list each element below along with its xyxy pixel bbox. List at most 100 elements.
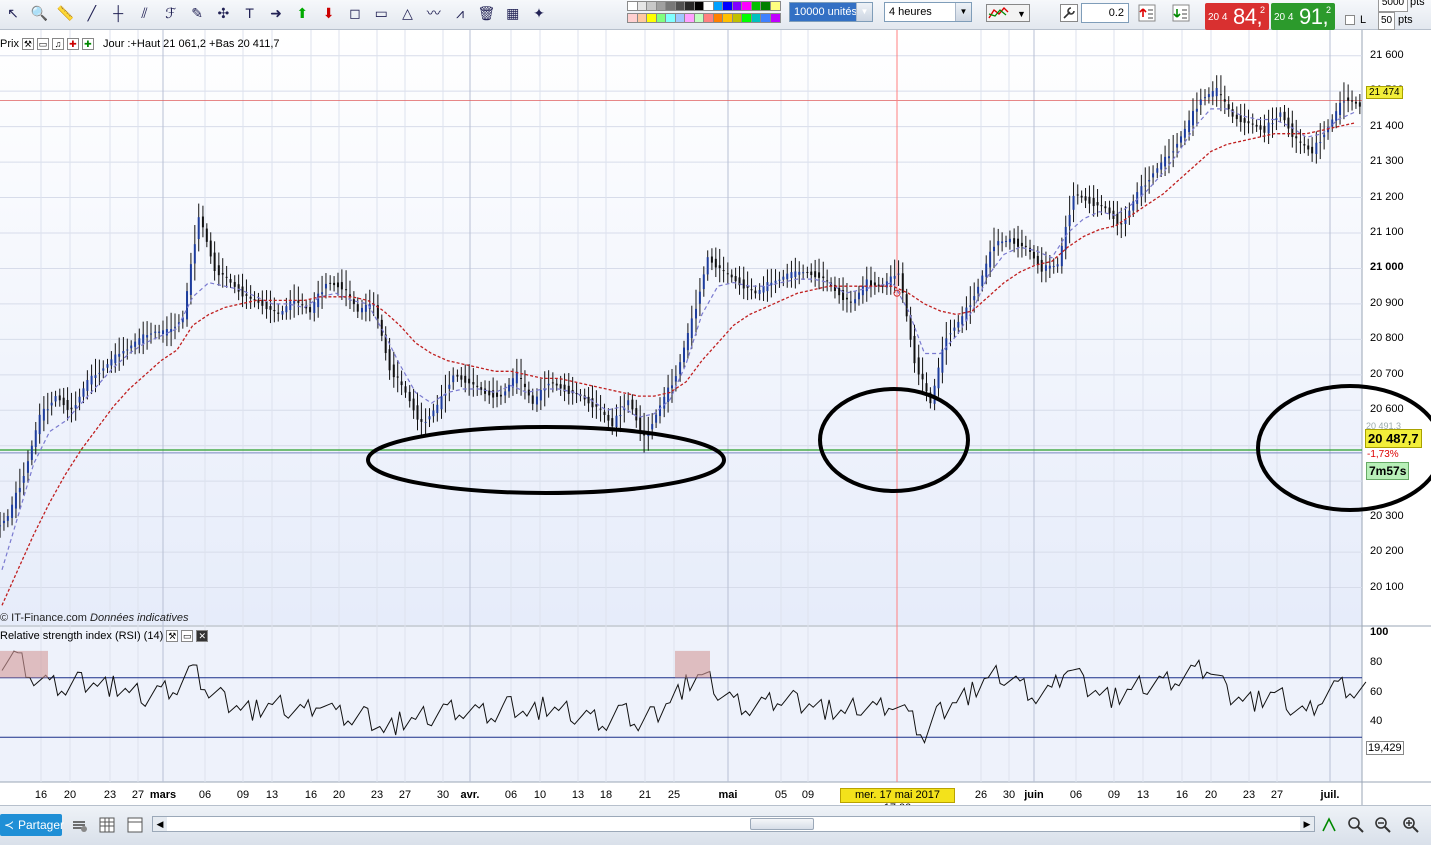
candle-body: [690, 318, 693, 339]
color-swatch[interactable]: [769, 13, 781, 23]
settings-wrench-icon[interactable]: [1058, 2, 1080, 24]
spreadsheet-icon[interactable]: [96, 814, 118, 836]
price-tick-label: 21 200: [1370, 190, 1404, 203]
candle-body: [535, 396, 538, 405]
line-icon[interactable]: ╱: [81, 2, 103, 24]
add-icon[interactable]: ✚: [81, 37, 94, 50]
candle-body: [142, 334, 145, 344]
scroll-thumb[interactable]: [750, 818, 814, 830]
window-icon[interactable]: ▭: [181, 629, 194, 642]
zoom-in-icon[interactable]: [1400, 814, 1422, 836]
data-source: © IT-Finance.com Données indicatives: [0, 612, 188, 624]
candle-body: [1148, 179, 1151, 182]
arrow-right-icon[interactable]: ➜: [265, 2, 287, 24]
l-checkbox[interactable]: [1345, 15, 1355, 25]
candle-body: [201, 216, 204, 228]
date-tick-label: 09: [1107, 789, 1121, 801]
zoom-fit-icon[interactable]: [1345, 814, 1367, 836]
candle-body: [408, 391, 411, 402]
date-tick-label: 27: [131, 789, 145, 801]
step-input[interactable]: 0.2: [1081, 3, 1129, 23]
sell-ticket-icon[interactable]: [1136, 2, 1158, 24]
callout-icon[interactable]: ◻: [344, 2, 366, 24]
candle-body: [627, 400, 630, 406]
candle-body: [1156, 168, 1159, 173]
timeframe-select[interactable]: 4 heures ▼: [884, 2, 972, 22]
channel-icon[interactable]: ⫽: [134, 2, 156, 24]
wrench-icon[interactable]: ⚒: [21, 37, 34, 50]
date-tick-label: 18: [599, 789, 613, 801]
rectangle-icon[interactable]: ▭: [370, 2, 392, 24]
cursor-icon[interactable]: ↖: [2, 2, 24, 24]
candle-body: [285, 306, 288, 313]
time-scrollbar[interactable]: ◀ ▶: [152, 816, 1315, 832]
candle-body: [50, 402, 53, 406]
color-swatch[interactable]: [769, 1, 781, 11]
candle-body: [686, 333, 689, 351]
horizontal-line-icon[interactable]: ┼: [107, 2, 129, 24]
remove-icon[interactable]: ✚: [66, 37, 79, 50]
price-change: -1,73%: [1367, 449, 1399, 460]
candle-body: [364, 304, 367, 312]
candle-body: [989, 251, 992, 268]
pencil-icon[interactable]: ✎: [186, 2, 208, 24]
top-right-value-box[interactable]: 5000: [1378, 0, 1408, 12]
candle-body: [869, 280, 872, 286]
arrow-up-icon[interactable]: ⬆: [291, 2, 313, 24]
candle-body: [162, 330, 165, 335]
candle-body: [38, 414, 41, 435]
chart-type-icon[interactable]: ▼: [984, 2, 1032, 24]
panel-icon[interactable]: [124, 814, 146, 836]
candle-body: [1072, 195, 1075, 210]
candle-body: [663, 396, 666, 409]
triangle-icon[interactable]: △: [397, 2, 419, 24]
pts-input[interactable]: 50: [1378, 12, 1395, 30]
candle-body: [1176, 143, 1179, 148]
buy-ticket-icon[interactable]: [1170, 2, 1192, 24]
fibonacci-icon[interactable]: ℱ: [160, 2, 182, 24]
scroll-right-icon[interactable]: ▶: [1300, 817, 1314, 831]
wrench-icon[interactable]: ⚒: [166, 629, 179, 642]
candle-body: [416, 405, 419, 420]
settings-icon[interactable]: [68, 814, 90, 836]
candle-body: [205, 228, 208, 242]
candle-body: [953, 327, 956, 331]
buy-quote-button[interactable]: 20 4 91, 2: [1271, 3, 1335, 30]
candle-body: [150, 333, 153, 335]
indicators-icon[interactable]: ▦: [502, 2, 524, 24]
timeframe-select-value: 4 heures: [889, 6, 932, 18]
candle-body: [1207, 94, 1210, 98]
ruler-icon[interactable]: 📏: [55, 2, 77, 24]
magic-icon[interactable]: ✦: [528, 2, 550, 24]
candle-body: [790, 272, 793, 279]
candle-body: [667, 387, 670, 402]
text-icon[interactable]: T: [239, 2, 261, 24]
zoom-out-icon[interactable]: [1372, 814, 1394, 836]
trash-icon[interactable]: 🗑: [475, 2, 497, 24]
rsi-overbought-fill: [0, 650, 48, 678]
pattern-icon[interactable]: ⩘: [449, 2, 471, 24]
sell-quote-button[interactable]: 20 4 84, 2: [1205, 3, 1269, 30]
close-icon[interactable]: ✕: [196, 629, 209, 642]
units-select[interactable]: 10000 unités ▼: [789, 2, 873, 22]
auto-scale-icon[interactable]: [1318, 814, 1340, 836]
candle-body: [1096, 202, 1099, 206]
cross-line-icon[interactable]: ✣: [212, 2, 234, 24]
scroll-left-icon[interactable]: ◀: [153, 817, 167, 831]
candle-body: [440, 396, 443, 410]
bell-icon[interactable]: ♫: [51, 37, 64, 50]
zoom-icon[interactable]: 🔍: [28, 2, 50, 24]
candle-body: [702, 274, 705, 290]
window-icon[interactable]: ▭: [36, 37, 49, 50]
candle-body: [651, 423, 654, 430]
chart-area[interactable]: [0, 30, 1431, 805]
candle-body: [806, 272, 809, 273]
candle-body: [209, 240, 212, 257]
candle-body: [1020, 242, 1023, 247]
share-button[interactable]: ≺ Partager: [0, 814, 64, 836]
candle-body: [1080, 195, 1083, 198]
candle-body: [1060, 245, 1063, 267]
candle-body: [229, 279, 232, 283]
arrow-down-icon[interactable]: ⬇: [318, 2, 340, 24]
wave-icon[interactable]: 〰: [423, 2, 445, 24]
